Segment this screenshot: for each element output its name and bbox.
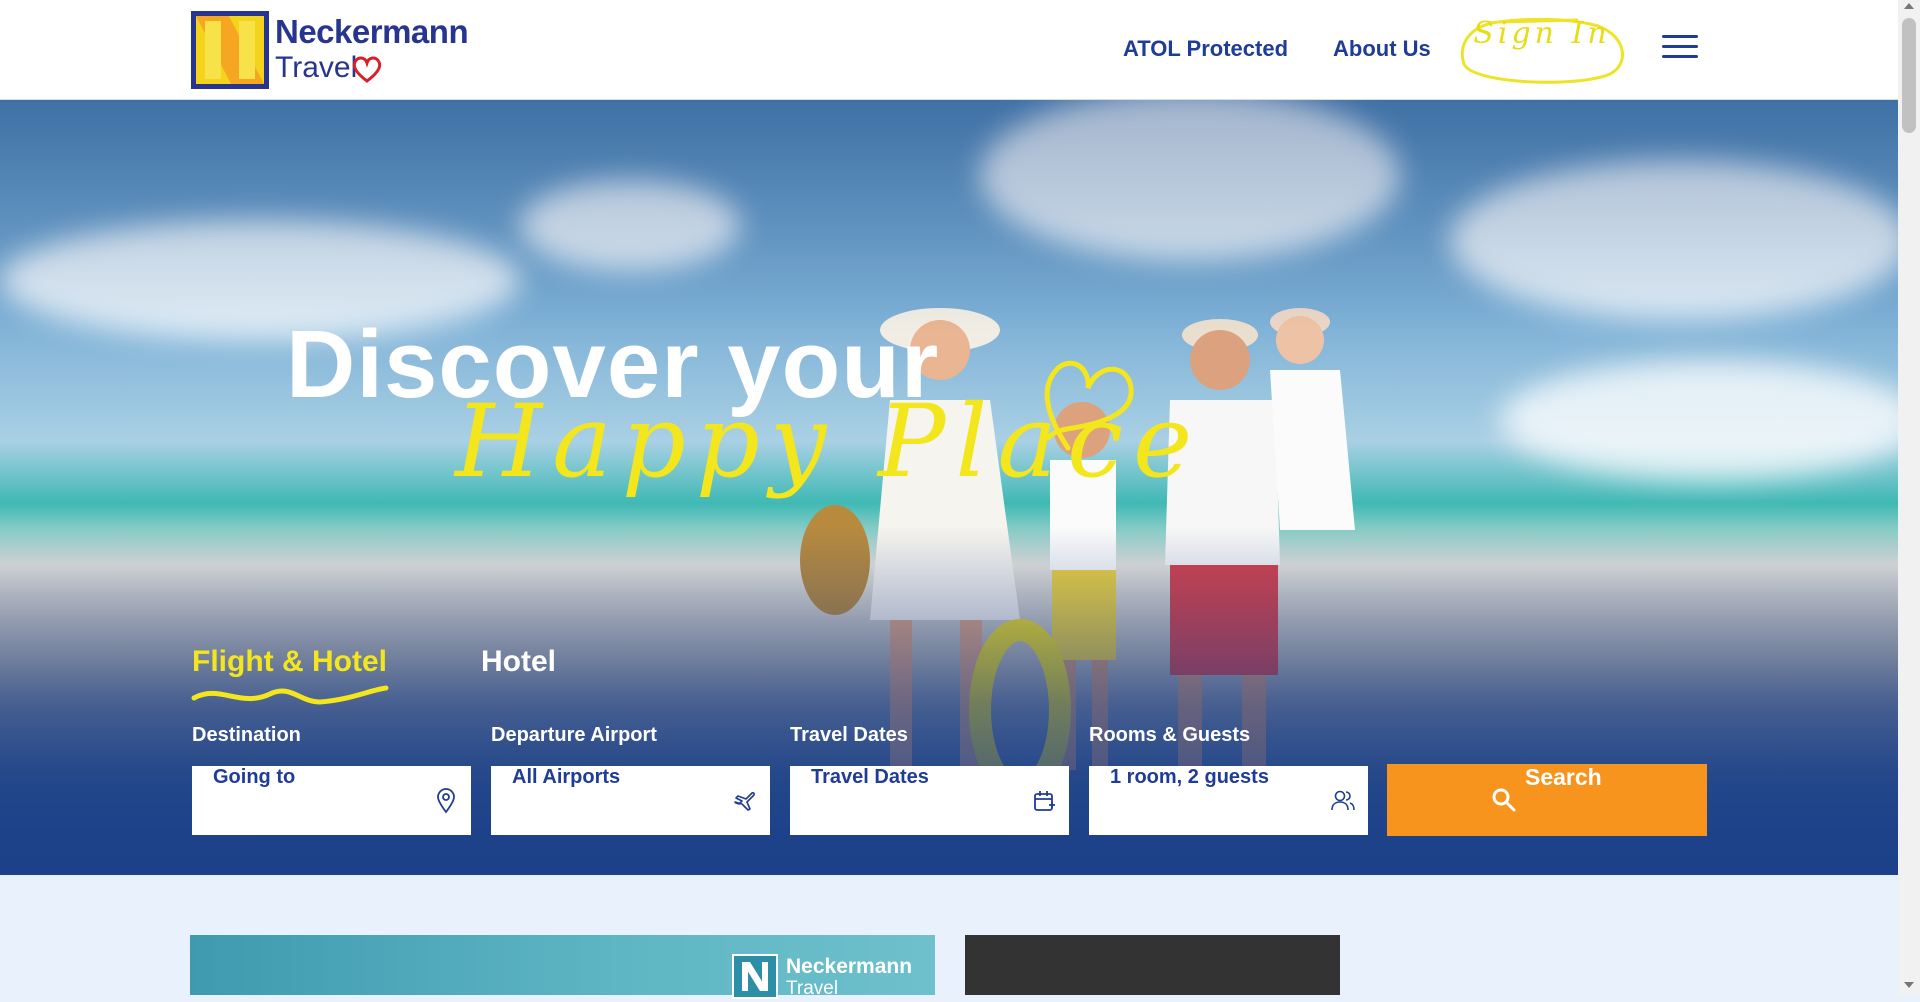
rooms-guests-field[interactable]: 1 room, 2 guests	[1089, 766, 1368, 835]
rooms-guests-value: 1 room, 2 guests	[1110, 766, 1269, 788]
scroll-up-arrow-icon[interactable]	[1904, 3, 1914, 9]
tab-flight-hotel[interactable]: Flight & Hotel	[192, 645, 387, 679]
hamburger-menu-icon[interactable]	[1662, 35, 1698, 59]
scroll-down-arrow-icon[interactable]	[1904, 982, 1914, 988]
travel-dates-field[interactable]: Travel Dates	[790, 766, 1069, 835]
search-button[interactable]: Search	[1387, 764, 1707, 836]
plane-icon	[734, 791, 755, 811]
rooms-guests-label: Rooms & Guests	[1089, 724, 1251, 746]
brand-subname: Travel	[275, 51, 358, 84]
scrollbar-thumb[interactable]	[1902, 18, 1916, 133]
active-tab-underline	[191, 685, 389, 705]
destination-field[interactable]: Going to	[192, 766, 471, 835]
tab-hotel[interactable]: Hotel	[481, 645, 556, 679]
nav-atol-protected[interactable]: ATOL Protected	[1123, 36, 1288, 62]
travel-dates-value: Travel Dates	[811, 766, 929, 788]
destination-label: Destination	[192, 724, 301, 746]
brand-logo[interactable]: Neckermann Travel	[191, 11, 469, 89]
departure-airport-label: Departure Airport	[491, 724, 657, 746]
promo-logo-name: Neckermann	[786, 955, 913, 978]
logo-mark-icon	[732, 954, 778, 999]
promo-card[interactable]: Neckermann Travel	[190, 935, 935, 999]
search-icon	[1492, 788, 1516, 812]
calendar-icon	[1034, 791, 1055, 811]
sign-in-button[interactable]: Sign In	[1458, 16, 1626, 88]
map-pin-icon	[437, 788, 455, 814]
travel-dates-label: Travel Dates	[790, 724, 908, 746]
departure-airport-field[interactable]: All Airports	[491, 766, 770, 835]
search-button-label: Search	[1525, 764, 1602, 790]
brand-name: Neckermann	[275, 13, 469, 50]
heart-icon	[1044, 360, 1134, 451]
page-scrollbar[interactable]	[1898, 0, 1920, 995]
hero-banner: Discover your Happy Place Flight & Hotel…	[0, 100, 1898, 875]
site-header: Neckermann Travel ATOL Protected About U…	[0, 0, 1898, 100]
promo-logo-subname: Travel	[786, 978, 839, 999]
destination-value: Going to	[213, 766, 296, 788]
nav-about-us[interactable]: About Us	[1333, 36, 1431, 62]
sign-in-label: Sign In	[1473, 16, 1611, 51]
departure-airport-value: All Airports	[512, 766, 621, 788]
guests-icon	[1331, 790, 1355, 811]
heart-icon	[352, 56, 382, 83]
video-card[interactable]	[965, 935, 1340, 995]
logo-mark-icon	[191, 11, 269, 89]
